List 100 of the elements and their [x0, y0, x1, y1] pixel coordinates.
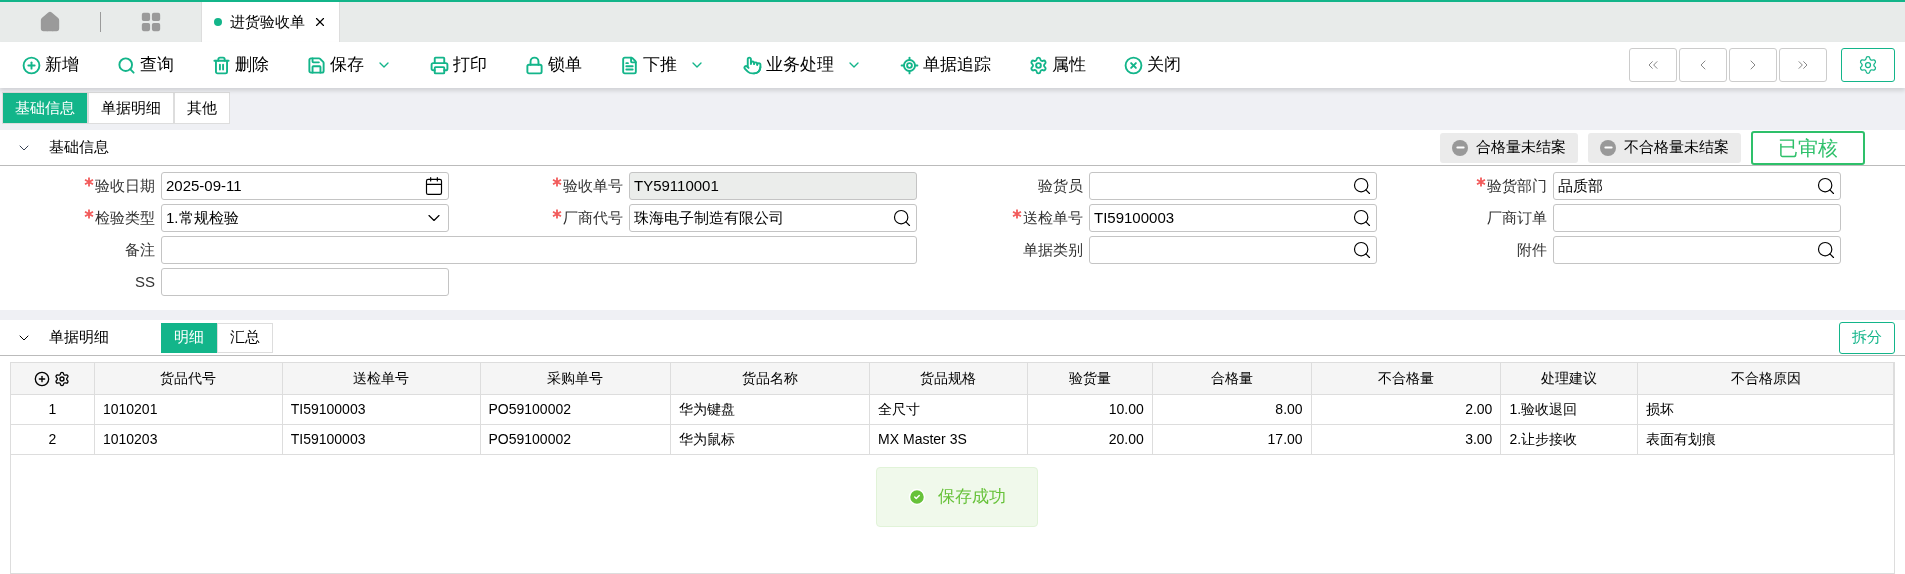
table-cell: 2.00 — [1311, 395, 1502, 424]
toolbar-button[interactable]: 删除 — [212, 52, 269, 78]
audit-stamp: 已审核 — [1751, 130, 1865, 165]
input-field[interactable]: 珠海电子制造有限公司 — [629, 204, 917, 232]
toolbar-button[interactable]: 查询 — [117, 52, 174, 78]
table-cell: 10.00 — [1027, 395, 1153, 424]
input-field[interactable] — [1553, 236, 1841, 264]
table-cell: 17.00 — [1152, 425, 1312, 454]
column-header: 货品规格 — [870, 363, 1028, 394]
input-field[interactable] — [161, 268, 449, 296]
section-tab[interactable]: 其他 — [174, 92, 230, 124]
table-cell: 8.00 — [1152, 395, 1312, 424]
add-icon — [22, 55, 41, 75]
field-label: 附件 — [1517, 239, 1547, 260]
column-header: 送检单号 — [282, 363, 481, 394]
input-field[interactable]: 品质部 — [1553, 172, 1841, 200]
toast: 保存成功 — [876, 467, 1038, 527]
settings-icon — [1029, 55, 1048, 75]
field-label: 厂商订单 — [1487, 207, 1547, 228]
calendar-icon[interactable] — [424, 176, 444, 196]
table-cell: 3.00 — [1311, 425, 1502, 454]
table-cell: 全尺寸 — [870, 395, 1028, 424]
column-header: 不合格原因 — [1638, 363, 1894, 394]
column-header: 验货量 — [1027, 363, 1153, 394]
table-cell: 表面有划痕 — [1638, 425, 1894, 454]
table-cell: PO59100002 — [480, 425, 672, 454]
search-icon[interactable] — [1352, 176, 1372, 196]
search-icon — [117, 55, 136, 75]
search-icon[interactable] — [1352, 208, 1372, 228]
view-tab[interactable]: 汇总 — [217, 322, 273, 353]
field-label: SS — [135, 271, 155, 292]
check-icon — [908, 488, 926, 506]
toolbar-button[interactable]: 业务处理 — [743, 52, 862, 78]
target-icon — [900, 55, 919, 75]
table-cell: 2.让步接收 — [1501, 425, 1639, 454]
table-cell: 20.00 — [1027, 425, 1153, 454]
input-field[interactable] — [1089, 236, 1377, 264]
close-icon[interactable] — [313, 15, 327, 29]
save-icon — [307, 55, 326, 75]
column-header: 合格量 — [1152, 363, 1312, 394]
input-field[interactable] — [1089, 172, 1377, 200]
field-label: 验收日期 — [95, 175, 155, 196]
settings-button[interactable] — [1841, 48, 1895, 82]
field-label: 厂商代号 — [563, 207, 623, 228]
toolbar-button[interactable]: 保存 — [307, 52, 392, 78]
search-icon[interactable] — [1816, 176, 1836, 196]
toolbar-button[interactable]: 下推 — [620, 52, 705, 78]
field-label: 检验类型 — [95, 207, 155, 228]
add-row-icon[interactable] — [34, 370, 51, 387]
toolbar-button[interactable]: 新增 — [22, 52, 79, 78]
column-header: 处理建议 — [1501, 363, 1639, 394]
input-field[interactable] — [1553, 204, 1841, 232]
field-label: 验收单号 — [563, 175, 623, 196]
toolbar-button[interactable]: 锁单 — [525, 52, 582, 78]
pointer-hand-icon — [743, 55, 762, 75]
input-field[interactable]: 1.常规检验 — [161, 204, 449, 232]
input-field[interactable]: 2025-09-11 — [161, 172, 449, 200]
table-cell: 2 — [11, 425, 95, 454]
toolbar-button[interactable]: 属性 — [1029, 52, 1086, 78]
table-cell: TI59100003 — [282, 395, 481, 424]
search-icon[interactable] — [1816, 240, 1836, 260]
search-icon[interactable] — [892, 208, 912, 228]
column-header: 采购单号 — [480, 363, 672, 394]
trash-icon — [212, 55, 231, 75]
toolbar-button[interactable]: 打印 — [430, 52, 487, 78]
table-cell: MX Master 3S — [870, 425, 1028, 454]
table-cell: TI59100003 — [282, 425, 481, 454]
column-header: 货品代号 — [94, 363, 283, 394]
section-tab[interactable]: 单据明细 — [88, 92, 174, 124]
table-cell: 华为鼠标 — [671, 425, 871, 454]
minus-icon — [1452, 139, 1468, 156]
status-tag: 合格量未结案 — [1440, 132, 1578, 163]
input-field[interactable]: TY59110001 — [629, 172, 917, 200]
input-field[interactable] — [161, 236, 917, 264]
table-cell: 1.验收退回 — [1501, 395, 1639, 424]
input-field[interactable]: TI59100003 — [1089, 204, 1377, 232]
field-label: 备注 — [125, 239, 155, 260]
settings-icon[interactable] — [54, 370, 71, 387]
column-header: 货品名称 — [671, 363, 871, 394]
settings-icon — [1858, 55, 1878, 75]
toolbar-button[interactable]: 单据追踪 — [900, 52, 991, 78]
column-header: 不合格量 — [1311, 363, 1502, 394]
table-cell: 损坏 — [1638, 395, 1894, 424]
field-label: 单据类别 — [1023, 239, 1083, 260]
table-cell: 华为键盘 — [671, 395, 871, 424]
lock-icon — [525, 55, 544, 75]
close-icon — [1124, 55, 1143, 75]
status-tag: 不合格量未结案 — [1588, 132, 1741, 163]
section-title: 单据明细 — [49, 327, 109, 348]
document-icon — [620, 55, 639, 75]
search-icon[interactable] — [1352, 240, 1372, 260]
document-tab[interactable]: 进货验收单 — [201, 2, 340, 42]
printer-icon — [430, 55, 449, 75]
section-title: 基础信息 — [49, 137, 109, 158]
minus-icon — [1600, 139, 1616, 156]
field-label: 验货部门 — [1487, 175, 1547, 196]
field-label: 送检单号 — [1023, 207, 1083, 228]
field-label: 验货员 — [1038, 175, 1083, 196]
toolbar-button[interactable]: 关闭 — [1124, 52, 1181, 78]
table-cell: 1010203 — [94, 425, 283, 454]
